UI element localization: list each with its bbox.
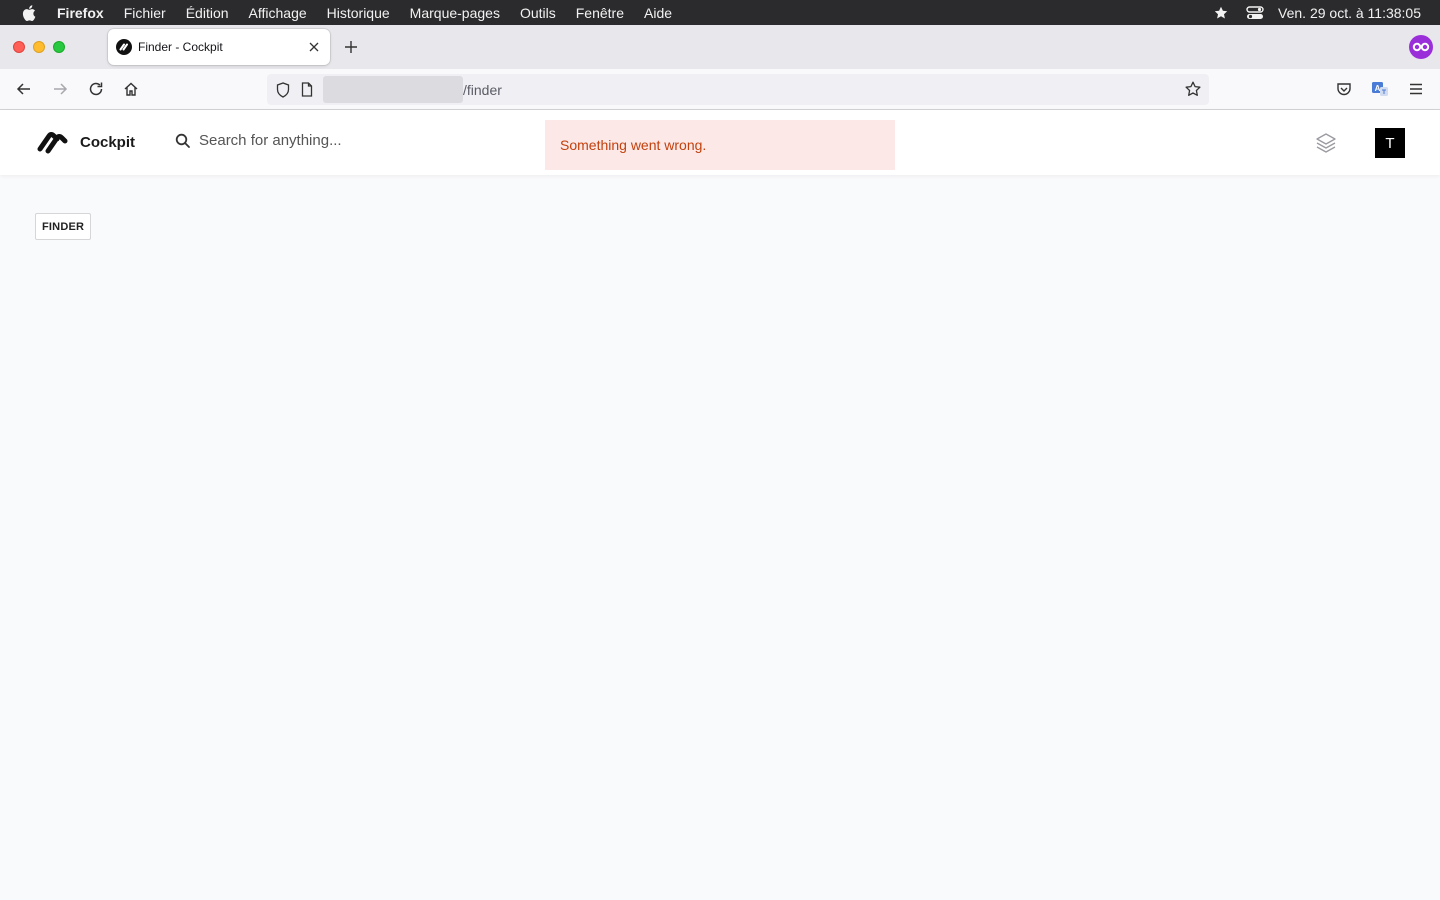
hamburger-menu-icon[interactable] — [1404, 77, 1428, 101]
browser-nav-toolbar: /finder A — [0, 69, 1440, 110]
menu-marque-pages[interactable]: Marque-pages — [410, 5, 500, 21]
control-center-icon[interactable] — [1244, 0, 1266, 25]
tab-close-icon[interactable] — [304, 37, 324, 57]
page-icon[interactable] — [295, 78, 319, 102]
forward-icon[interactable] — [48, 77, 72, 101]
menu-edition[interactable]: Édition — [186, 5, 229, 21]
search-bar — [175, 132, 499, 149]
apple-icon[interactable] — [21, 4, 37, 21]
error-toast: Something went wrong. — [545, 120, 895, 170]
bookmark-star-icon[interactable] — [1181, 77, 1205, 101]
pocket-icon[interactable] — [1332, 77, 1356, 101]
menu-outils[interactable]: Outils — [520, 5, 556, 21]
brand-name[interactable]: Cockpit — [80, 134, 135, 151]
cockpit-favicon-icon — [116, 39, 132, 55]
search-icon — [175, 133, 191, 149]
search-input[interactable] — [199, 132, 499, 149]
error-message: Something went wrong. — [560, 137, 707, 153]
shield-icon[interactable] — [271, 78, 295, 102]
browser-tab-strip: Finder - Cockpit — [0, 25, 1440, 69]
svg-text:A: A — [1375, 84, 1381, 93]
menu-fichier[interactable]: Fichier — [124, 5, 166, 21]
menubar-clock[interactable]: Ven. 29 oct. à 11:38:05 — [1278, 5, 1421, 21]
tab-finder-cockpit[interactable]: Finder - Cockpit — [108, 29, 330, 65]
cockpit-logo-icon[interactable] — [36, 129, 68, 157]
menu-affichage[interactable]: Affichage — [249, 5, 307, 21]
window-zoom-button[interactable] — [53, 41, 65, 53]
window-minimize-button[interactable] — [33, 41, 45, 53]
page-title-badge: FINDER — [35, 213, 92, 240]
url-path[interactable]: /finder — [463, 82, 502, 98]
tab-title: Finder - Cockpit — [138, 40, 223, 54]
home-icon[interactable] — [119, 77, 143, 101]
window-close-button[interactable] — [13, 41, 25, 53]
menu-historique[interactable]: Historique — [327, 5, 390, 21]
app-header: Cockpit Something went wrong. T — [0, 110, 1440, 175]
menu-fenetre[interactable]: Fenêtre — [576, 5, 624, 21]
url-bar[interactable]: /finder — [267, 74, 1209, 105]
menu-aide[interactable]: Aide — [644, 5, 672, 21]
user-avatar[interactable]: T — [1375, 128, 1405, 158]
back-icon[interactable] — [12, 77, 36, 101]
menu-firefox[interactable]: Firefox — [57, 5, 104, 21]
macos-menubar: Firefox Fichier Édition Affichage Histor… — [0, 0, 1440, 25]
translate-icon[interactable]: A — [1368, 77, 1392, 101]
url-host-redacted — [323, 76, 463, 103]
private-mask-extension-icon[interactable] — [1409, 35, 1433, 59]
layers-icon[interactable] — [1314, 131, 1338, 155]
star-icon[interactable] — [1210, 0, 1232, 25]
new-tab-plus-icon[interactable] — [340, 36, 362, 58]
reload-icon[interactable] — [84, 77, 108, 101]
